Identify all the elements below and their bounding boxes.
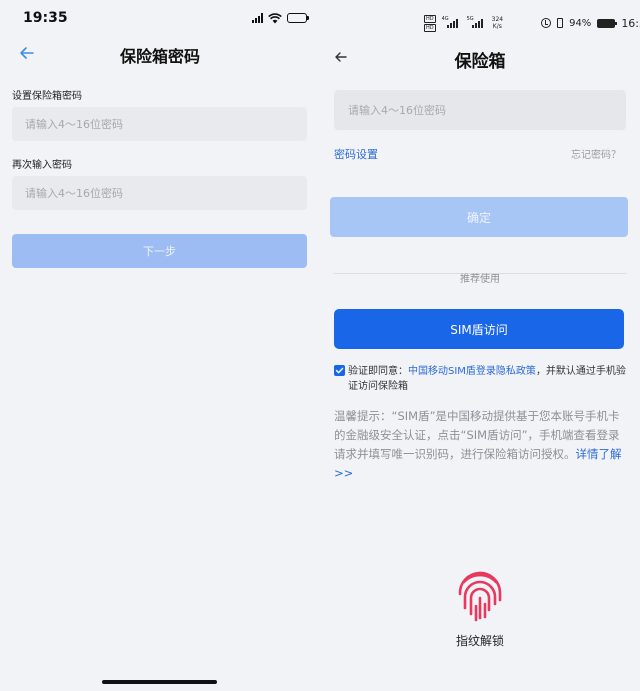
- left-screen: 19:35 保险箱密码 设置保险箱密码 请输入4～16位密码 再次输入密码 请输…: [0, 0, 320, 691]
- fingerprint-unlock-label[interactable]: 指纹解锁: [320, 632, 640, 649]
- repeat-password-input[interactable]: 请输入4～16位密码: [12, 176, 307, 210]
- status-time: 16:34: [621, 16, 640, 30]
- status-bar: HD HD 4G 5G 324 K/s 94% 16:34: [424, 14, 640, 32]
- set-password-label: 设置保险箱密码: [12, 91, 82, 102]
- page-title: 保险箱: [454, 52, 506, 72]
- password-settings-link[interactable]: 密码设置: [334, 146, 378, 162]
- hd-icon: HD HD: [424, 14, 436, 32]
- recommend-section: 推荐使用: [320, 267, 640, 286]
- battery-percent: 94%: [569, 17, 592, 29]
- repeat-password-label: 再次输入密码: [12, 160, 72, 171]
- checkbox-icon[interactable]: [334, 365, 345, 376]
- agreement-text: 验证即同意：中国移动SIM盾登录隐私政策，并默认通过手机验证访问保险箱: [348, 364, 626, 394]
- fingerprint-icon[interactable]: [455, 570, 505, 622]
- signal-icon: 4G: [441, 16, 461, 28]
- speed-unit: K/s: [492, 23, 502, 30]
- network-speed: 324 K/s: [492, 16, 503, 30]
- privacy-policy-link[interactable]: 中国移动SIM盾登录隐私政策: [408, 366, 536, 377]
- status-time: 19:35: [23, 10, 68, 26]
- forgot-password-link[interactable]: 忘记密码？: [571, 146, 621, 161]
- right-screen: HD HD 4G 5G 324 K/s 94% 16:34 保险箱 请输入4～1…: [320, 0, 640, 691]
- sim-access-button[interactable]: SIM盾访问: [334, 309, 624, 349]
- hd-badge-1: HD: [424, 14, 436, 23]
- recommend-label: 推荐使用: [450, 274, 510, 285]
- confirm-button[interactable]: 确定: [330, 197, 628, 237]
- hd-badge-2: HD: [424, 23, 436, 32]
- network-type-2: 5G: [466, 16, 474, 22]
- alarm-icon: [541, 18, 552, 28]
- network-type-1: 4G: [441, 16, 449, 22]
- status-icons: [252, 12, 309, 24]
- speed-value: 324: [491, 16, 504, 23]
- battery-icon: [597, 18, 618, 28]
- vibrate-icon: [557, 18, 564, 28]
- next-button[interactable]: 下一步: [12, 234, 307, 268]
- password-input[interactable]: 请输入4～16位密码: [334, 90, 626, 130]
- battery-icon: [287, 13, 309, 23]
- wifi-icon: [268, 9, 282, 28]
- agreement-prefix: 验证即同意：: [348, 366, 408, 377]
- tip-text: 温馨提示：“SIM盾”是中国移动提供基于您本账号手机卡的金融级安全认证，点击“S…: [334, 407, 626, 483]
- set-password-input[interactable]: 请输入4～16位密码: [12, 107, 307, 141]
- home-indicator[interactable]: [102, 680, 217, 684]
- page-title: 保险箱密码: [119, 47, 200, 66]
- signal-icon-2: 5G: [466, 16, 486, 28]
- signal-icon: [252, 13, 263, 23]
